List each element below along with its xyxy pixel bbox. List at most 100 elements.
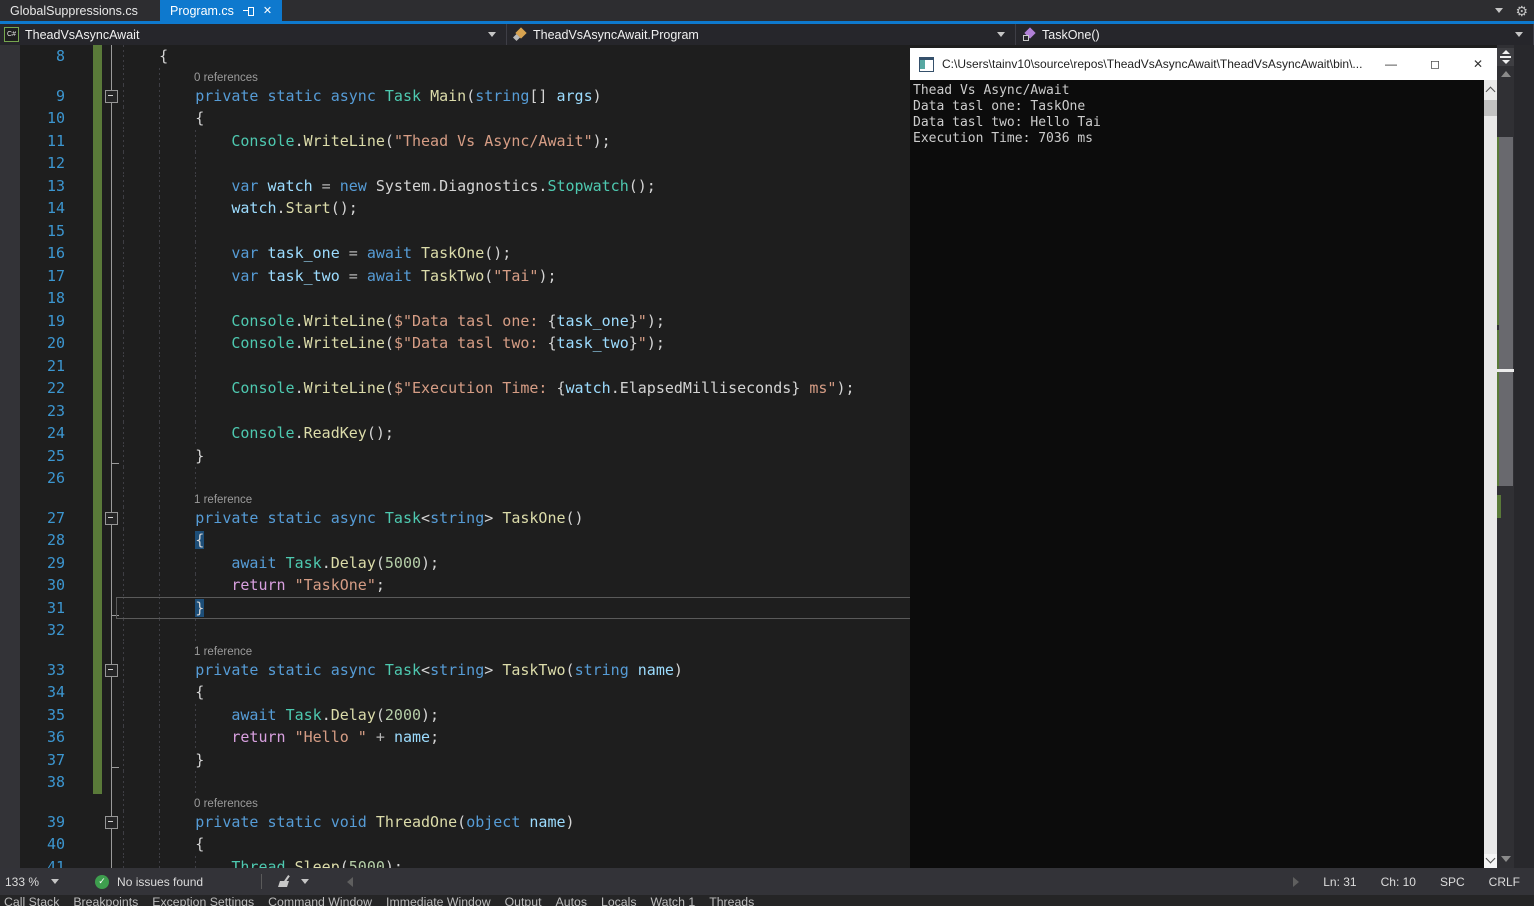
collapse-region-icon[interactable] (105, 816, 118, 829)
zoom-selector[interactable]: 133 % (5, 875, 59, 889)
panel-tab-autos[interactable]: Autos (556, 895, 587, 906)
outlining-margin (102, 529, 123, 552)
indent-guide (123, 642, 124, 659)
line-number: 9 (20, 85, 65, 108)
indent-guide (159, 771, 160, 794)
line-number: 19 (20, 310, 65, 333)
indent-guide (195, 152, 196, 175)
codelens-references[interactable]: 0 references (194, 796, 258, 811)
change-bar (93, 220, 102, 243)
maximize-icon[interactable]: ◻ (1430, 58, 1440, 70)
scrollbar-thumb[interactable] (1484, 100, 1497, 116)
change-bar (93, 85, 102, 108)
console-line: Data tasl one: TaskOne (913, 99, 1484, 115)
console-title-text: C:\Users\tainv10\source\repos\TheadVsAsy… (942, 57, 1362, 71)
minimize-icon[interactable]: — (1385, 58, 1397, 70)
change-bar (93, 332, 102, 355)
scroll-up-icon[interactable] (1501, 71, 1511, 77)
console-scrollbar[interactable] (1484, 80, 1497, 868)
line-number: 16 (20, 242, 65, 265)
panel-tab-exception-settings[interactable]: Exception Settings (152, 895, 254, 906)
chevron-down-icon (51, 879, 59, 884)
change-bar (93, 507, 102, 530)
change-bar (93, 597, 102, 620)
collapse-region-icon[interactable] (105, 664, 118, 677)
editor-scrollbar[interactable] (1497, 45, 1514, 868)
line-number: 30 (20, 574, 65, 597)
scroll-up-icon[interactable] (1486, 87, 1496, 97)
type-dropdown[interactable]: TheadVsAsyncAwait.Program (507, 24, 1016, 45)
member-dropdown[interactable]: TaskOne() (1016, 24, 1534, 45)
editor-status-row: 133 % ✓ No issues found Ln: 31 Ch: 10 SP… (0, 868, 1534, 895)
scroll-down-button[interactable] (1484, 854, 1497, 868)
outlining-margin (102, 197, 123, 220)
indent-guide (123, 220, 124, 243)
change-bar (93, 749, 102, 772)
indent-guide (159, 467, 160, 490)
panel-tab-command-window[interactable]: Command Window (268, 895, 372, 906)
line-number: 12 (20, 152, 65, 175)
change-bar (93, 197, 102, 220)
indent-guide (123, 400, 124, 423)
outlining-margin (102, 794, 123, 811)
code-cleanup-icon[interactable] (278, 875, 291, 888)
chevron-down-icon (1515, 32, 1523, 37)
console-line: Execution Time: 7036 ms (913, 131, 1484, 147)
panel-tab-watch-1[interactable]: Watch 1 (651, 895, 696, 906)
insert-mode-indicator: SPC (1440, 875, 1465, 889)
panel-tab-breakpoints[interactable]: Breakpoints (73, 895, 138, 906)
outlining-margin (102, 310, 123, 333)
console-output[interactable]: Thead Vs Async/AwaitData tasl one: TaskO… (910, 80, 1484, 868)
gear-icon[interactable]: ⚙ (1515, 4, 1528, 18)
tab-list-dropdown-icon[interactable] (1495, 8, 1503, 13)
change-bar (93, 355, 102, 378)
line-number: 21 (20, 355, 65, 378)
class-icon (513, 28, 527, 42)
change-bar (93, 794, 102, 811)
outlining-margin (102, 130, 123, 153)
change-bar (93, 107, 102, 130)
codelens-references[interactable]: 1 reference (194, 644, 252, 659)
change-bar (93, 68, 102, 85)
line-number: 25 (20, 445, 65, 468)
panel-tab-threads[interactable]: Threads (709, 895, 754, 906)
outlining-margin (102, 68, 123, 85)
change-bar (93, 377, 102, 400)
outlining-margin (102, 400, 123, 423)
console-title-bar[interactable]: C:\Users\tainv10\source\repos\TheadVsAsy… (910, 48, 1497, 80)
project-dropdown[interactable]: C# TheadVsAsyncAwait (0, 24, 507, 45)
indent-guide (159, 619, 160, 642)
change-bar (93, 310, 102, 333)
chevron-down-icon[interactable] (301, 879, 309, 884)
scrollbar-thumb[interactable] (1499, 137, 1513, 486)
line-number: 15 (20, 220, 65, 243)
navigate-forward-icon[interactable] (1293, 877, 1299, 887)
collapse-region-icon[interactable] (105, 90, 118, 103)
outlining-margin (102, 681, 123, 704)
panel-tab-output[interactable]: Output (505, 895, 542, 906)
panel-tab-immediate-window[interactable]: Immediate Window (386, 895, 491, 906)
panel-tab-call-stack[interactable]: Call Stack (4, 895, 59, 906)
tab-program-active[interactable]: Program.cs ✕ (160, 0, 282, 21)
outlining-margin (102, 507, 123, 530)
change-bar (93, 704, 102, 727)
panel-tab-locals[interactable]: Locals (601, 895, 637, 906)
console-window: C:\Users\tainv10\source\repos\TheadVsAsy… (910, 48, 1497, 868)
indent-guide (123, 68, 124, 85)
codelens-references[interactable]: 1 reference (194, 492, 252, 507)
check-circle-icon: ✓ (95, 875, 109, 889)
collapse-region-icon[interactable] (105, 512, 118, 525)
tab-globalsuppressions[interactable]: GlobalSuppressions.cs (0, 0, 160, 21)
tab-label: GlobalSuppressions.cs (10, 4, 138, 18)
split-editor-handle[interactable] (1497, 48, 1514, 66)
close-icon[interactable]: ✕ (1473, 58, 1483, 70)
line-number: 39 (20, 811, 65, 834)
indent-guide (159, 490, 160, 507)
pin-icon[interactable] (243, 5, 254, 16)
codelens-references[interactable]: 0 references (194, 70, 258, 85)
close-icon[interactable]: ✕ (263, 4, 272, 17)
document-health-indicator[interactable]: ✓ No issues found (95, 875, 203, 889)
outlining-margin (102, 856, 123, 869)
navigate-back-icon[interactable] (347, 877, 353, 887)
scroll-down-icon[interactable] (1501, 856, 1511, 862)
